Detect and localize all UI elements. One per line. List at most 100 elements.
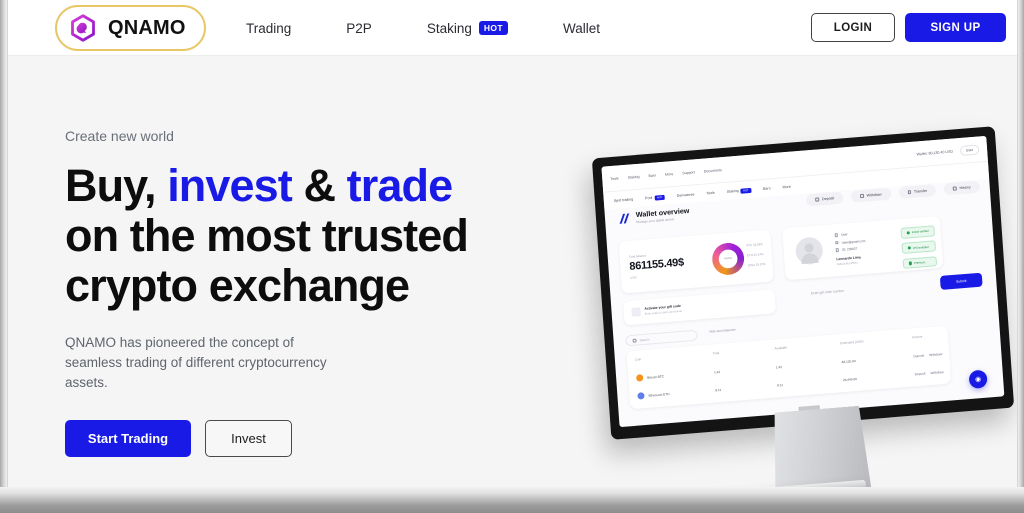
- headline-line2: on the most trusted: [65, 210, 469, 261]
- start-trading-button[interactable]: Start Trading: [65, 420, 191, 457]
- hero-cta-group: Start Trading Invest: [65, 420, 535, 457]
- signup-button[interactable]: SIGN UP: [905, 13, 1006, 42]
- col-usd: Estimated (USD): [840, 339, 864, 346]
- headline-part-trade: trade: [346, 160, 453, 211]
- nav-item-wallet[interactable]: Wallet: [563, 21, 600, 36]
- subnav-item[interactable]: Spot trading: [614, 197, 634, 203]
- login-button[interactable]: LOGIN: [811, 13, 895, 42]
- balance-value: 861155.49$: [629, 256, 685, 273]
- history-icon: [952, 186, 957, 191]
- gift-code-card: Activate your gift code Enter code to cl…: [622, 289, 777, 326]
- subnav-item[interactable]: Tools: [706, 190, 715, 195]
- profile-email: User@gmail.com: [841, 238, 866, 245]
- brand-logo[interactable]: QNAMO: [55, 5, 206, 51]
- cell-usd: 48,120.00: [841, 358, 856, 364]
- row-withdraw-link[interactable]: Withdraw: [929, 352, 943, 357]
- search-input[interactable]: Search: [625, 329, 698, 347]
- balance-label: Total balance: [628, 253, 647, 259]
- monitor-screen: Tools Staking Earn More Support Document…: [601, 135, 1005, 428]
- headline-line3: crypto exchange: [65, 260, 410, 311]
- hero-section: Create new world Buy, invest & trade on …: [8, 56, 1017, 492]
- primary-nav: Trading P2P Staking HOT Wallet: [246, 0, 600, 56]
- badge-label: 2FA enabled: [912, 244, 929, 250]
- col-total: Total: [712, 350, 720, 356]
- legend-item: Other 25.57%: [747, 261, 766, 268]
- chip-label: Deposit: [821, 196, 835, 202]
- nav-label: Staking: [426, 20, 472, 36]
- row-deposit-link[interactable]: Deposit: [914, 371, 925, 376]
- nav-item-p2p[interactable]: P2P: [346, 21, 372, 36]
- header-actions: LOGIN SIGN UP: [811, 13, 1006, 42]
- subnav-badge: HOT: [654, 194, 665, 201]
- search-placeholder: Search: [639, 337, 650, 342]
- donut-legend: BTC 43.29% ETH 31.14% Other 25.57%: [746, 242, 765, 267]
- site-header: QNAMO Trading P2P Staking HOT Wallet LOG: [8, 0, 1017, 56]
- topbar-item[interactable]: Earn: [648, 173, 656, 178]
- cell-total: 8.11: [715, 387, 722, 392]
- profile-address: 0x8A2c4b1d7E41: [836, 261, 859, 267]
- subnav-item[interactable]: Staking HOT: [727, 187, 752, 193]
- deposit-chip[interactable]: Deposit: [806, 191, 844, 207]
- verification-badges: Email verified 2FA enabled Premium: [899, 225, 938, 270]
- row-withdraw-link[interactable]: Withdraw: [930, 370, 944, 375]
- hero-copy: Create new world Buy, invest & trade on …: [65, 128, 535, 457]
- nav-item-trading[interactable]: Trading: [246, 21, 291, 36]
- gift-icon: [631, 307, 641, 317]
- col-available: Available: [774, 345, 788, 351]
- badge-label: Premium: [913, 260, 926, 265]
- topbar-item[interactable]: Support: [682, 170, 695, 175]
- landing-page: QNAMO Trading P2P Staking HOT Wallet LOG: [8, 0, 1017, 492]
- chat-glyph: ◉: [974, 375, 982, 384]
- subnav-label: Staking: [726, 188, 739, 194]
- nav-item-staking[interactable]: Staking HOT: [427, 21, 508, 36]
- status-badge: 2FA enabled: [900, 240, 937, 255]
- subnav-item[interactable]: Pool HOT: [645, 194, 665, 201]
- headline-part-buy: Buy,: [65, 160, 156, 211]
- profile-id: ID: 230837: [842, 246, 858, 252]
- status-badge: Premium: [902, 255, 938, 270]
- subnav-item[interactable]: More: [782, 184, 790, 189]
- subnav-item[interactable]: Earn: [763, 186, 771, 191]
- history-chip[interactable]: History: [943, 180, 981, 196]
- row-deposit-link[interactable]: Deposit: [913, 353, 924, 358]
- subnav-item[interactable]: Derivatives: [677, 192, 695, 197]
- badge-label: Email verified: [911, 229, 929, 235]
- hexagon-logo-icon: [71, 14, 95, 42]
- transfer-chip[interactable]: Transfer: [898, 184, 937, 200]
- withdraw-chip[interactable]: Withdraw: [850, 187, 891, 203]
- page-right-edge: [1016, 0, 1024, 492]
- bitcoin-icon: [635, 374, 644, 382]
- topbar-item[interactable]: More: [665, 172, 673, 177]
- transfer-icon: [907, 190, 912, 195]
- hide-zero-balances-toggle[interactable]: Hide zero balances: [709, 328, 736, 334]
- user-menu-chip[interactable]: User: [959, 143, 980, 156]
- chip-label: Withdraw: [866, 192, 882, 198]
- check-icon: [908, 261, 912, 266]
- brand-name: QNAMO: [108, 16, 186, 39]
- chip-label: Transfer: [913, 188, 928, 194]
- topbar-item[interactable]: Documents: [704, 168, 722, 173]
- mail-icon: [835, 240, 839, 245]
- gift-code-input[interactable]: Enter gift code number: [811, 289, 845, 296]
- wallet-slashes-icon: [619, 212, 630, 224]
- nav-label: P2P: [346, 20, 372, 36]
- cell-usd: 26,440.00: [842, 376, 858, 382]
- balance-card: Total balance 861155.49$ USD Assets BTC …: [618, 229, 774, 294]
- ethereum-icon: [637, 392, 645, 400]
- nav-label: Trading: [246, 20, 292, 36]
- wallet-balance-chip: Wallet: 80,130.40 USD: [916, 149, 954, 156]
- cell-total: 1.42: [713, 369, 721, 374]
- topbar-item[interactable]: Tools: [610, 176, 619, 181]
- search-icon: [632, 338, 637, 343]
- topbar-item[interactable]: Staking: [627, 174, 639, 179]
- legend-item: BTC 43.29%: [746, 242, 763, 248]
- cell-coin: Bitcoin BTC: [647, 373, 665, 380]
- invest-button[interactable]: Invest: [205, 420, 292, 457]
- cell-available: 1.42: [775, 364, 783, 369]
- chat-support-icon[interactable]: ◉: [968, 369, 988, 389]
- user-icon: [834, 233, 839, 237]
- gift-submit-button[interactable]: Submit: [939, 272, 983, 290]
- profile-row: ID: 230837: [835, 246, 866, 252]
- topbar-right: Wallet: 80,130.40 USD User: [916, 143, 980, 159]
- chip-label: History: [959, 185, 971, 191]
